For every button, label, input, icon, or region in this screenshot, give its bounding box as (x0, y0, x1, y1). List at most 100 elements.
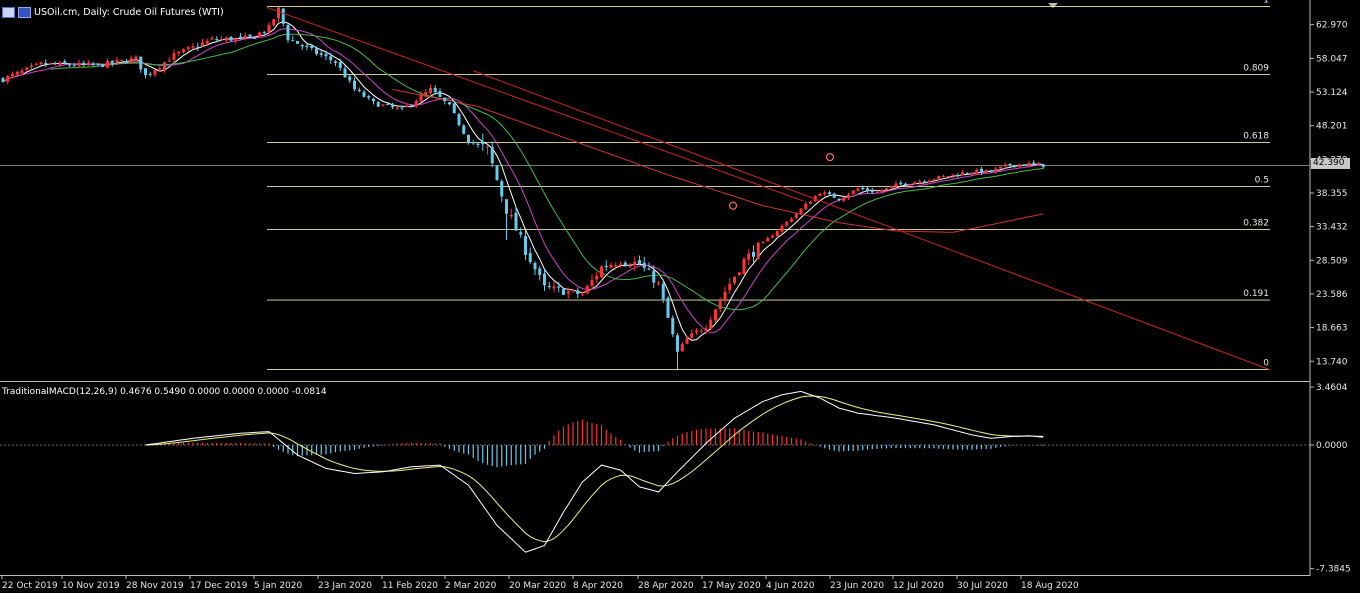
candle-body (196, 46, 200, 48)
date-axis-label: 17 Dec 2019 (190, 581, 248, 591)
candle-body (785, 221, 789, 226)
chart-canvas[interactable]: 1 0.809 0.618 0.5 0.382 0.191 0 62.970 58.047 53… (0, 0, 1360, 593)
candle-body (676, 335, 679, 352)
candle-body (443, 97, 447, 102)
candle-body (30, 65, 33, 68)
candle-body (680, 343, 684, 352)
candle-body (543, 273, 546, 286)
candle-body (258, 32, 261, 37)
candle-body (215, 38, 219, 40)
candle-body (220, 38, 223, 40)
candle-body (500, 181, 504, 197)
candle-body (39, 62, 43, 65)
shift-marker-icon (1048, 3, 1058, 8)
fractal-marker-icon (728, 201, 738, 210)
window-icon[interactable] (2, 6, 15, 18)
date-axis-label: 30 Jul 2020 (957, 581, 1008, 591)
candle-body (91, 63, 95, 65)
candle-body (210, 37, 214, 40)
axes: 62.97058.04753.12448.20143.27838.35533.4… (1, 21, 1351, 591)
date-axis-label: 8 Apr 2020 (573, 581, 623, 591)
candle-body (224, 37, 228, 41)
candle-body (728, 283, 732, 291)
candle-body (296, 40, 299, 44)
price-axis-label: 13.740 (1316, 357, 1348, 367)
candle-body (870, 189, 874, 193)
fractal-marker-icon (825, 153, 835, 162)
candle-body (467, 134, 470, 143)
candle-body (562, 288, 565, 295)
trendline-upper (266, 6, 804, 202)
candle-body (20, 70, 24, 74)
candle-body (975, 169, 979, 174)
candle-body (191, 46, 195, 48)
candle-body (1, 78, 5, 82)
date-axis-label: 4 Jun 2020 (766, 581, 815, 591)
candle-body (965, 173, 969, 175)
ma-long-line (392, 89, 1044, 233)
candle-body (77, 62, 81, 66)
candle-body (519, 232, 523, 235)
candle-body (462, 125, 466, 134)
candle-body (942, 175, 945, 177)
candle-body (438, 91, 442, 97)
candle-body (239, 36, 242, 38)
candle-body (386, 103, 390, 105)
price-axis-label: 48.201 (1316, 122, 1348, 132)
candle-body (267, 24, 271, 33)
candle-body (913, 182, 917, 185)
candle-body (410, 105, 413, 107)
fib-level-label: 0.618 (1243, 131, 1269, 141)
candle-body (600, 266, 603, 278)
candle-body (125, 61, 128, 63)
date-axis-label: 17 May 2020 (702, 581, 761, 591)
candle-body (372, 98, 375, 102)
candle-body (1027, 162, 1031, 166)
candle-body (201, 42, 204, 47)
candle-body (319, 53, 323, 55)
candle-body (619, 264, 622, 266)
trendlines (266, 6, 1271, 371)
candle-body (424, 91, 428, 95)
candle-body (818, 193, 822, 196)
date-axis-label: 20 Mar 2020 (509, 581, 566, 591)
candle-body (490, 146, 494, 164)
candle-body (671, 317, 675, 335)
candle-body (832, 193, 836, 198)
candle-body (357, 89, 361, 91)
candle-body (837, 198, 841, 201)
candle-body (533, 262, 537, 270)
candle-body (1018, 164, 1021, 167)
candle-body (851, 190, 855, 194)
candle-body (348, 76, 352, 81)
candle-body (158, 67, 162, 70)
candle-body (11, 74, 14, 76)
candle-body (1041, 164, 1045, 168)
current-price-tag: 42.390 (1311, 158, 1350, 169)
candle-body (861, 187, 865, 190)
candle-body (908, 184, 912, 186)
candle-body (842, 197, 846, 201)
candle-body (847, 194, 850, 199)
price-axis-label: 23.586 (1316, 290, 1348, 300)
candle-body (927, 180, 931, 183)
fib-level-label: 0.809 (1243, 63, 1269, 73)
candle-body (866, 188, 869, 191)
symbol-flag-icon[interactable] (18, 6, 31, 18)
symbol-description: Crude Oil Futures (WTI) (112, 6, 224, 18)
candle-body (101, 64, 105, 67)
candle-body (885, 187, 888, 191)
candle-body (87, 62, 90, 65)
candle-body (889, 185, 893, 188)
fib-level-label: 0.5 (1255, 176, 1269, 186)
candle-body (823, 192, 827, 195)
candle-body (875, 191, 879, 193)
candle-body (695, 330, 698, 333)
candle-body (414, 100, 418, 107)
candle-body (324, 53, 328, 57)
candle-body (277, 7, 280, 18)
candle-body (918, 181, 922, 183)
macd-pane (0, 390, 1310, 553)
date-axis-label: 12 Jul 2020 (893, 581, 944, 591)
candle-body (718, 300, 722, 310)
